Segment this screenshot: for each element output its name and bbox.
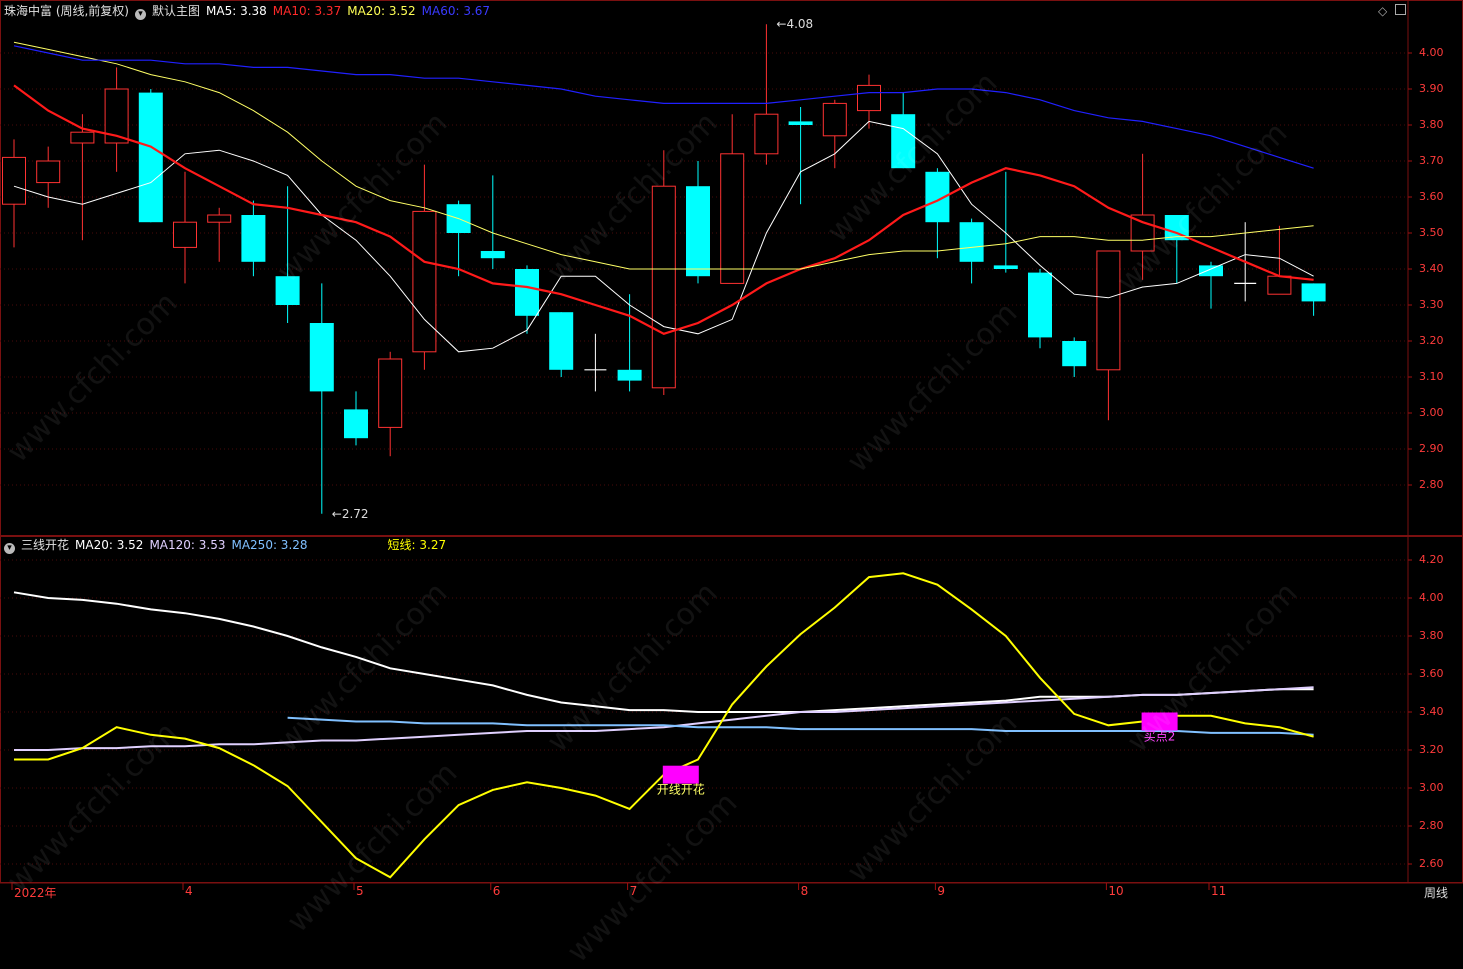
- candle-up-body: [1267, 275, 1292, 295]
- x-tick-label: 7: [629, 884, 638, 898]
- period-label[interactable]: 周线: [1424, 884, 1448, 901]
- max-price-marker: ←4.08: [776, 17, 813, 31]
- candle-up-body: [378, 358, 403, 428]
- ind-ma120-label: MA120: 3.53: [149, 538, 226, 552]
- min-price-marker: ←2.72: [332, 507, 369, 521]
- candle-up-body: [36, 160, 61, 184]
- candle-up-body: [720, 153, 745, 284]
- candle-down-body: [1028, 272, 1052, 338]
- candle-up-body: [412, 210, 437, 353]
- candle-down-body: [1301, 283, 1326, 302]
- x-tick-label: 10: [1108, 884, 1124, 898]
- candle-down-body: [993, 265, 1018, 269]
- x-tick-label: 8: [800, 884, 809, 898]
- window-icon[interactable]: [1395, 4, 1407, 15]
- main-y-tick-label: 3.90: [1419, 82, 1444, 95]
- candle-up-body: [857, 84, 881, 112]
- signal-label: 开线开花: [657, 782, 705, 797]
- chart-top-controls: ◇: [1378, 4, 1407, 18]
- candle-down-body: [309, 323, 334, 392]
- ma5-label: MA5: 3.38: [206, 4, 267, 18]
- candle-up-body: [822, 102, 847, 137]
- signal-label: 买点2: [1144, 730, 1176, 744]
- signal-box: [662, 765, 699, 784]
- x-tick-label: 9: [937, 884, 946, 898]
- candle-down-body: [344, 409, 368, 439]
- main-chart-header: 珠海中富 (周线,前复权) ▾ 默认主图 MA5: 3.38 MA10: 3.37 MA2…: [4, 4, 496, 20]
- main-y-tick-label: 3.80: [1419, 118, 1444, 131]
- indicator-y-tick-label: 3.40: [1419, 705, 1444, 718]
- main-y-tick-label: 3.70: [1419, 154, 1444, 167]
- x-tick-label: 2022年: [14, 886, 57, 900]
- indicator-name[interactable]: 三线开花: [21, 538, 69, 552]
- main-y-tick-label: 2.80: [1419, 478, 1444, 491]
- indicator-y-tick-label: 4.20: [1419, 553, 1444, 566]
- chart-canvas[interactable]: ←4.08 ←2.72 开线开花 买点2: [0, 0, 1463, 901]
- indicator-y-tick-label: 3.80: [1419, 629, 1444, 642]
- signal-box: [1141, 712, 1178, 731]
- ma-line-ma60: [13, 45, 1314, 169]
- indicator-y-tick-label: 4.00: [1419, 591, 1444, 604]
- candle-down-body: [241, 215, 266, 262]
- ind-ma20-label: MA20: 3.52: [75, 538, 144, 552]
- main-y-tick-label: 3.40: [1419, 262, 1444, 275]
- short-line-label: 短线: 3.27: [387, 538, 447, 552]
- candle-down-body: [515, 269, 539, 316]
- indicator-line-1: [14, 686, 1314, 751]
- x-tick-label: 6: [492, 884, 501, 898]
- indicator-dropdown-icon[interactable]: ▾: [4, 543, 15, 554]
- ind-ma250-label: MA250: 3.28: [231, 538, 308, 552]
- x-tick-label: 4: [185, 884, 193, 898]
- candle-up-body: [2, 156, 26, 205]
- indicator-header: ▾ 三线开花 MA20: 3.52 MA120: 3.53 MA250: 3.28 短线:…: [4, 538, 452, 554]
- main-y-tick-label: 3.20: [1419, 334, 1444, 347]
- candle-down-body: [686, 186, 710, 277]
- main-y-tick-label: 3.30: [1419, 298, 1444, 311]
- candle-down-body: [1062, 341, 1087, 367]
- main-y-tick-label: 3.50: [1419, 226, 1444, 239]
- candle-down-body: [617, 369, 642, 381]
- indicator-y-tick-label: 3.60: [1419, 667, 1444, 680]
- main-y-tick-label: 3.00: [1419, 406, 1444, 419]
- candle-down-body: [1199, 265, 1223, 277]
- indicator-y-tick-label: 3.00: [1419, 781, 1444, 794]
- indicator-y-tick-label: 2.60: [1419, 857, 1444, 870]
- candle-down-body: [891, 114, 916, 169]
- candle-down-body: [480, 251, 505, 259]
- indicator-line-0: [13, 591, 1314, 713]
- indicator-pane-frame: [0, 536, 1463, 883]
- ma10-label: MA10: 3.37: [272, 4, 342, 18]
- candle-up-body: [1130, 214, 1155, 252]
- main-y-tick-label: 2.90: [1419, 442, 1444, 455]
- candle-up-body: [207, 214, 232, 223]
- x-tick-label: 5: [356, 884, 364, 898]
- ma20-label: MA20: 3.52: [347, 4, 416, 18]
- candle-down-body: [275, 276, 300, 305]
- candle-up-body: [754, 113, 779, 155]
- candle-up-body: [70, 131, 95, 144]
- indicator-y-tick-label: 3.20: [1419, 743, 1444, 756]
- stock-title: 珠海中富 (周线,前复权): [4, 4, 129, 18]
- candle-down-body: [549, 312, 574, 370]
- candle-up-body: [173, 221, 197, 248]
- candle-up-body: [1096, 250, 1121, 371]
- indicator-y-tick-label: 2.80: [1419, 819, 1444, 832]
- candle-down-body: [138, 92, 163, 223]
- main-y-tick-label: 3.60: [1419, 190, 1444, 203]
- main-y-tick-label: 4.00: [1419, 46, 1444, 59]
- candle-down-body: [788, 121, 813, 125]
- template-label[interactable]: 默认主图: [152, 4, 200, 18]
- diamond-icon[interactable]: ◇: [1378, 4, 1387, 18]
- main-y-tick-label: 3.10: [1419, 370, 1444, 383]
- candle-down-body: [959, 222, 984, 262]
- ma60-label: MA60: 3.67: [421, 4, 491, 18]
- x-tick-label: 11: [1211, 884, 1227, 898]
- template-dropdown-icon[interactable]: ▾: [135, 9, 146, 20]
- candle-up-body: [651, 185, 676, 389]
